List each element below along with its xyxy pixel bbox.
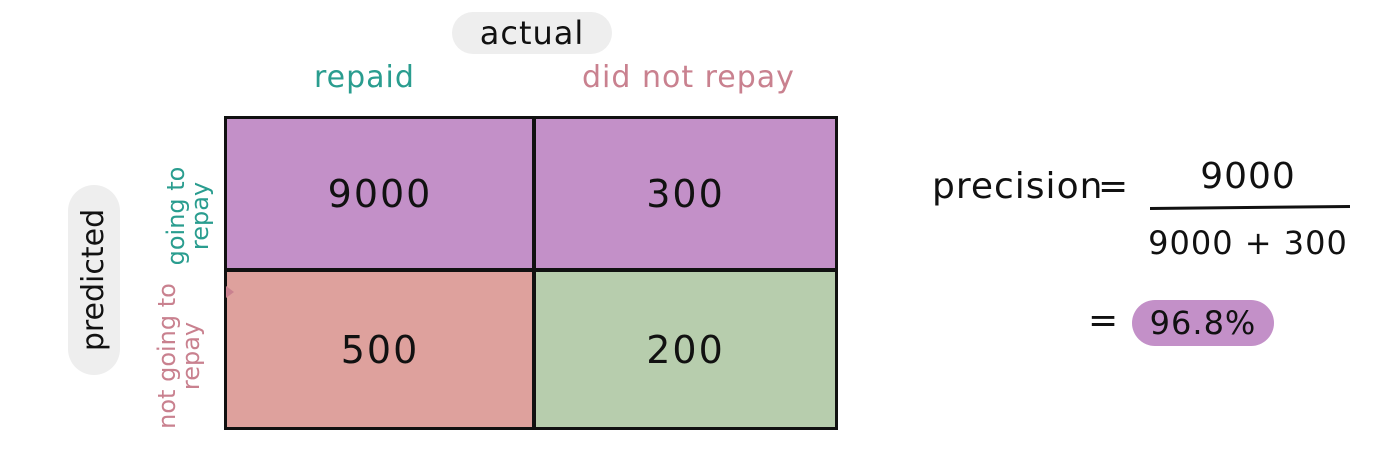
arrow-mark-icon: [226, 286, 234, 298]
confusion-matrix-frame: [224, 116, 838, 430]
formula-fraction-bar: [1149, 204, 1351, 211]
predicted-side-label: predicted: [76, 208, 111, 352]
formula-lhs: precision: [932, 166, 1104, 207]
row-label-going-to-repay: going to repay: [162, 166, 214, 266]
row-label-not-going-to-repay: not going to repay: [153, 283, 205, 429]
formula-equals-1: =: [1098, 166, 1130, 207]
formula-equals-2: =: [1088, 300, 1120, 341]
column-label-repaid: repaid: [314, 60, 415, 95]
formula-denominator: 9000 + 300: [1148, 224, 1348, 262]
formula-numerator: 9000: [1200, 156, 1296, 197]
actual-header-label: actual: [479, 14, 585, 52]
column-label-did-not-repay: did not repay: [582, 60, 795, 95]
formula-result: 96.8%: [1149, 304, 1257, 342]
